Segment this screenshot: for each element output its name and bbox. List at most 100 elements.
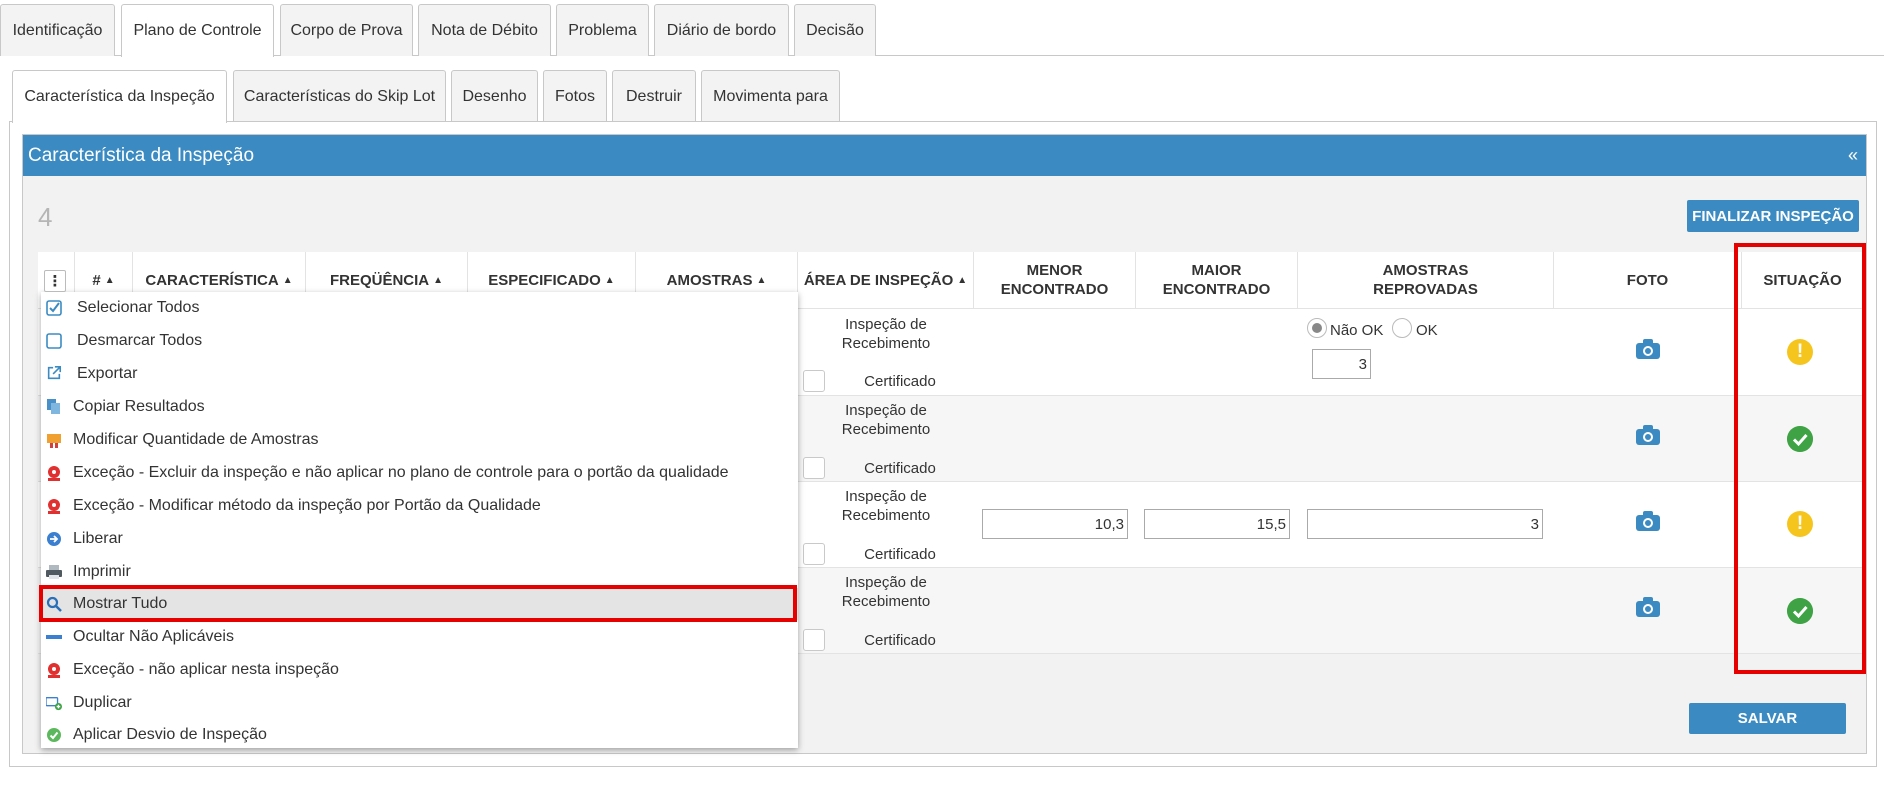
certificado-checkbox[interactable] bbox=[803, 629, 825, 651]
tab-corpo-de-prova[interactable]: Corpo de Prova bbox=[280, 4, 413, 56]
menu-item-label: Ocultar Não Aplicáveis bbox=[73, 628, 234, 645]
sort-icon: ▲︎ bbox=[282, 274, 293, 286]
menu-item-excecao-nao-aplicar[interactable]: Exceção - não aplicar nesta inspeção bbox=[41, 654, 798, 686]
record-count: 4 bbox=[38, 202, 53, 232]
tab-caracteristicas-skip-lot[interactable]: Características do Skip Lot bbox=[233, 70, 446, 122]
column-maior-label-2: ENCONTRADO bbox=[1162, 281, 1271, 298]
menu-item-label: Liberar bbox=[73, 530, 123, 547]
warning-icon: ! bbox=[1787, 339, 1813, 365]
area-inspecao-text: Inspeção de Recebimento bbox=[798, 315, 974, 353]
menor-encontrado-input[interactable]: 10,3 bbox=[982, 509, 1128, 539]
sort-icon: ▲︎ bbox=[756, 274, 767, 286]
amostras-reprovadas-input[interactable]: 3 bbox=[1307, 509, 1543, 539]
empty-box-icon bbox=[46, 333, 62, 349]
column-menor-label-2: ENCONTRADO bbox=[1000, 281, 1109, 298]
duplicate-icon bbox=[46, 695, 62, 711]
tab-fotos[interactable]: Fotos bbox=[543, 70, 607, 122]
warning-icon: ! bbox=[1787, 511, 1813, 537]
tab-caracteristica-da-inspecao[interactable]: Característica da Inspeção bbox=[12, 70, 227, 123]
column-maior-encontrado: MAIOR ENCONTRADO bbox=[1136, 252, 1298, 309]
tab-desenho[interactable]: Desenho bbox=[451, 70, 538, 122]
printer-icon bbox=[46, 564, 62, 580]
collapse-icon[interactable]: « bbox=[1848, 145, 1858, 166]
menu-item-excecao-excluir[interactable]: Exceção - Excluir da inspeção e não apli… bbox=[41, 457, 798, 489]
check-circle-icon bbox=[1787, 598, 1813, 624]
camera-icon[interactable] bbox=[1635, 596, 1661, 618]
certificado-checkbox[interactable] bbox=[803, 370, 825, 392]
copy-icon bbox=[46, 399, 62, 415]
column-especificado-label: ESPECIFICADO bbox=[488, 271, 601, 289]
menu-item-modificar-quantidade[interactable]: Modificar Quantidade de Amostras bbox=[41, 424, 798, 456]
tab-destruir[interactable]: Destruir bbox=[612, 70, 696, 122]
tab-diario-de-bordo[interactable]: Diário de bordo bbox=[654, 4, 789, 56]
column-maior-label-1: MAIOR bbox=[1191, 262, 1242, 279]
tab-decisao[interactable]: Decisão bbox=[794, 4, 876, 56]
column-foto-label: FOTO bbox=[1626, 271, 1669, 289]
tab-movimenta-para[interactable]: Movimenta para bbox=[701, 70, 840, 122]
column-menu-button[interactable]: ⋮ bbox=[44, 270, 66, 292]
menu-item-ocultar-nao-aplicaveis[interactable]: Ocultar Não Aplicáveis bbox=[41, 621, 798, 653]
export-icon bbox=[46, 365, 62, 381]
menu-item-label: Mostrar Tudo bbox=[73, 595, 168, 612]
menu-item-desmarcar-todos[interactable]: Desmarcar Todos bbox=[41, 325, 798, 357]
menu-item-label: Imprimir bbox=[73, 563, 131, 580]
amostras-reprovadas-input[interactable]: 3 bbox=[1312, 349, 1371, 379]
area-line-1: Inspeção de bbox=[845, 574, 927, 591]
tab-identificacao[interactable]: Identificação bbox=[0, 4, 115, 56]
tab-plano-de-controle[interactable]: Plano de Controle bbox=[121, 4, 274, 57]
camera-icon[interactable] bbox=[1635, 424, 1661, 446]
menu-item-copiar-resultados[interactable]: Copiar Resultados bbox=[41, 391, 798, 423]
menu-item-selecionar-todos[interactable]: Selecionar Todos bbox=[41, 292, 798, 324]
camera-icon[interactable] bbox=[1635, 338, 1661, 360]
menu-item-aplicar-desvio[interactable]: Aplicar Desvio de Inspeção bbox=[41, 719, 798, 751]
menu-item-label: Exportar bbox=[77, 365, 138, 382]
area-line-2: Recebimento bbox=[841, 421, 931, 438]
column-amostras-reprovadas: AMOSTRAS REPROVADAS bbox=[1298, 252, 1554, 309]
menu-item-label: Exceção - Excluir da inspeção e não apli… bbox=[73, 464, 729, 481]
ok-radio[interactable] bbox=[1392, 318, 1412, 338]
menu-item-duplicar[interactable]: Duplicar bbox=[41, 687, 798, 719]
exception-icon bbox=[46, 662, 62, 678]
certificado-label: Certificado bbox=[864, 460, 936, 477]
ok-label: OK bbox=[1416, 322, 1438, 339]
column-menor-encontrado: MENOR ENCONTRADO bbox=[974, 252, 1136, 309]
sort-icon: ▲︎ bbox=[957, 274, 968, 286]
menu-item-imprimir[interactable]: Imprimir bbox=[41, 556, 798, 588]
column-reprov-label-2: REPROVADAS bbox=[1373, 281, 1478, 298]
save-button[interactable]: SALVAR bbox=[1689, 703, 1846, 734]
column-menor-label-1: MENOR bbox=[1026, 262, 1083, 279]
nao-ok-radio[interactable] bbox=[1307, 318, 1327, 338]
menu-item-liberar[interactable]: Liberar bbox=[41, 523, 798, 555]
menu-item-label: Copiar Resultados bbox=[73, 398, 205, 415]
certificado-checkbox[interactable] bbox=[803, 543, 825, 565]
certificado-label: Certificado bbox=[864, 373, 936, 390]
column-foto: FOTO bbox=[1554, 252, 1742, 309]
camera-icon[interactable] bbox=[1635, 510, 1661, 532]
column-area-inspecao[interactable]: ÁREA DE INSPEÇÃO ▲︎ bbox=[798, 252, 974, 309]
tab-problema[interactable]: Problema bbox=[556, 4, 649, 56]
maior-encontrado-input[interactable]: 15,5 bbox=[1144, 509, 1290, 539]
search-icon bbox=[46, 596, 62, 612]
menu-item-excecao-modificar[interactable]: Exceção - Modificar método da inspeção p… bbox=[41, 490, 798, 522]
menu-item-exportar[interactable]: Exportar bbox=[41, 358, 798, 390]
samples-icon bbox=[46, 432, 62, 448]
panel-title: Característica da Inspeção bbox=[28, 144, 255, 166]
sort-icon: ▲︎ bbox=[433, 274, 444, 286]
tab-nota-de-debito[interactable]: Nota de Débito bbox=[418, 4, 551, 56]
area-line-2: Recebimento bbox=[841, 507, 931, 524]
certificado-label: Certificado bbox=[864, 632, 936, 649]
column-number-label: # bbox=[92, 271, 101, 289]
finalize-inspection-button[interactable]: FINALIZAR INSPEÇÃO bbox=[1687, 200, 1859, 232]
context-menu: Selecionar Todos Desmarcar Todos Exporta… bbox=[41, 292, 798, 748]
area-line-2: Recebimento bbox=[841, 593, 931, 610]
check-circle-icon bbox=[46, 727, 62, 743]
area-inspecao-text: Inspeção de Recebimento bbox=[798, 487, 974, 525]
certificado-checkbox[interactable] bbox=[803, 457, 825, 479]
menu-item-mostrar-tudo[interactable]: Mostrar Tudo bbox=[41, 588, 798, 620]
panel-header: Característica da Inspeção « bbox=[23, 135, 1866, 176]
sort-icon: ▲︎ bbox=[104, 274, 115, 286]
minus-icon bbox=[46, 629, 62, 645]
area-line-1: Inspeção de bbox=[845, 402, 927, 419]
nao-ok-label: Não OK bbox=[1330, 322, 1384, 339]
menu-item-label: Modificar Quantidade de Amostras bbox=[73, 431, 319, 448]
